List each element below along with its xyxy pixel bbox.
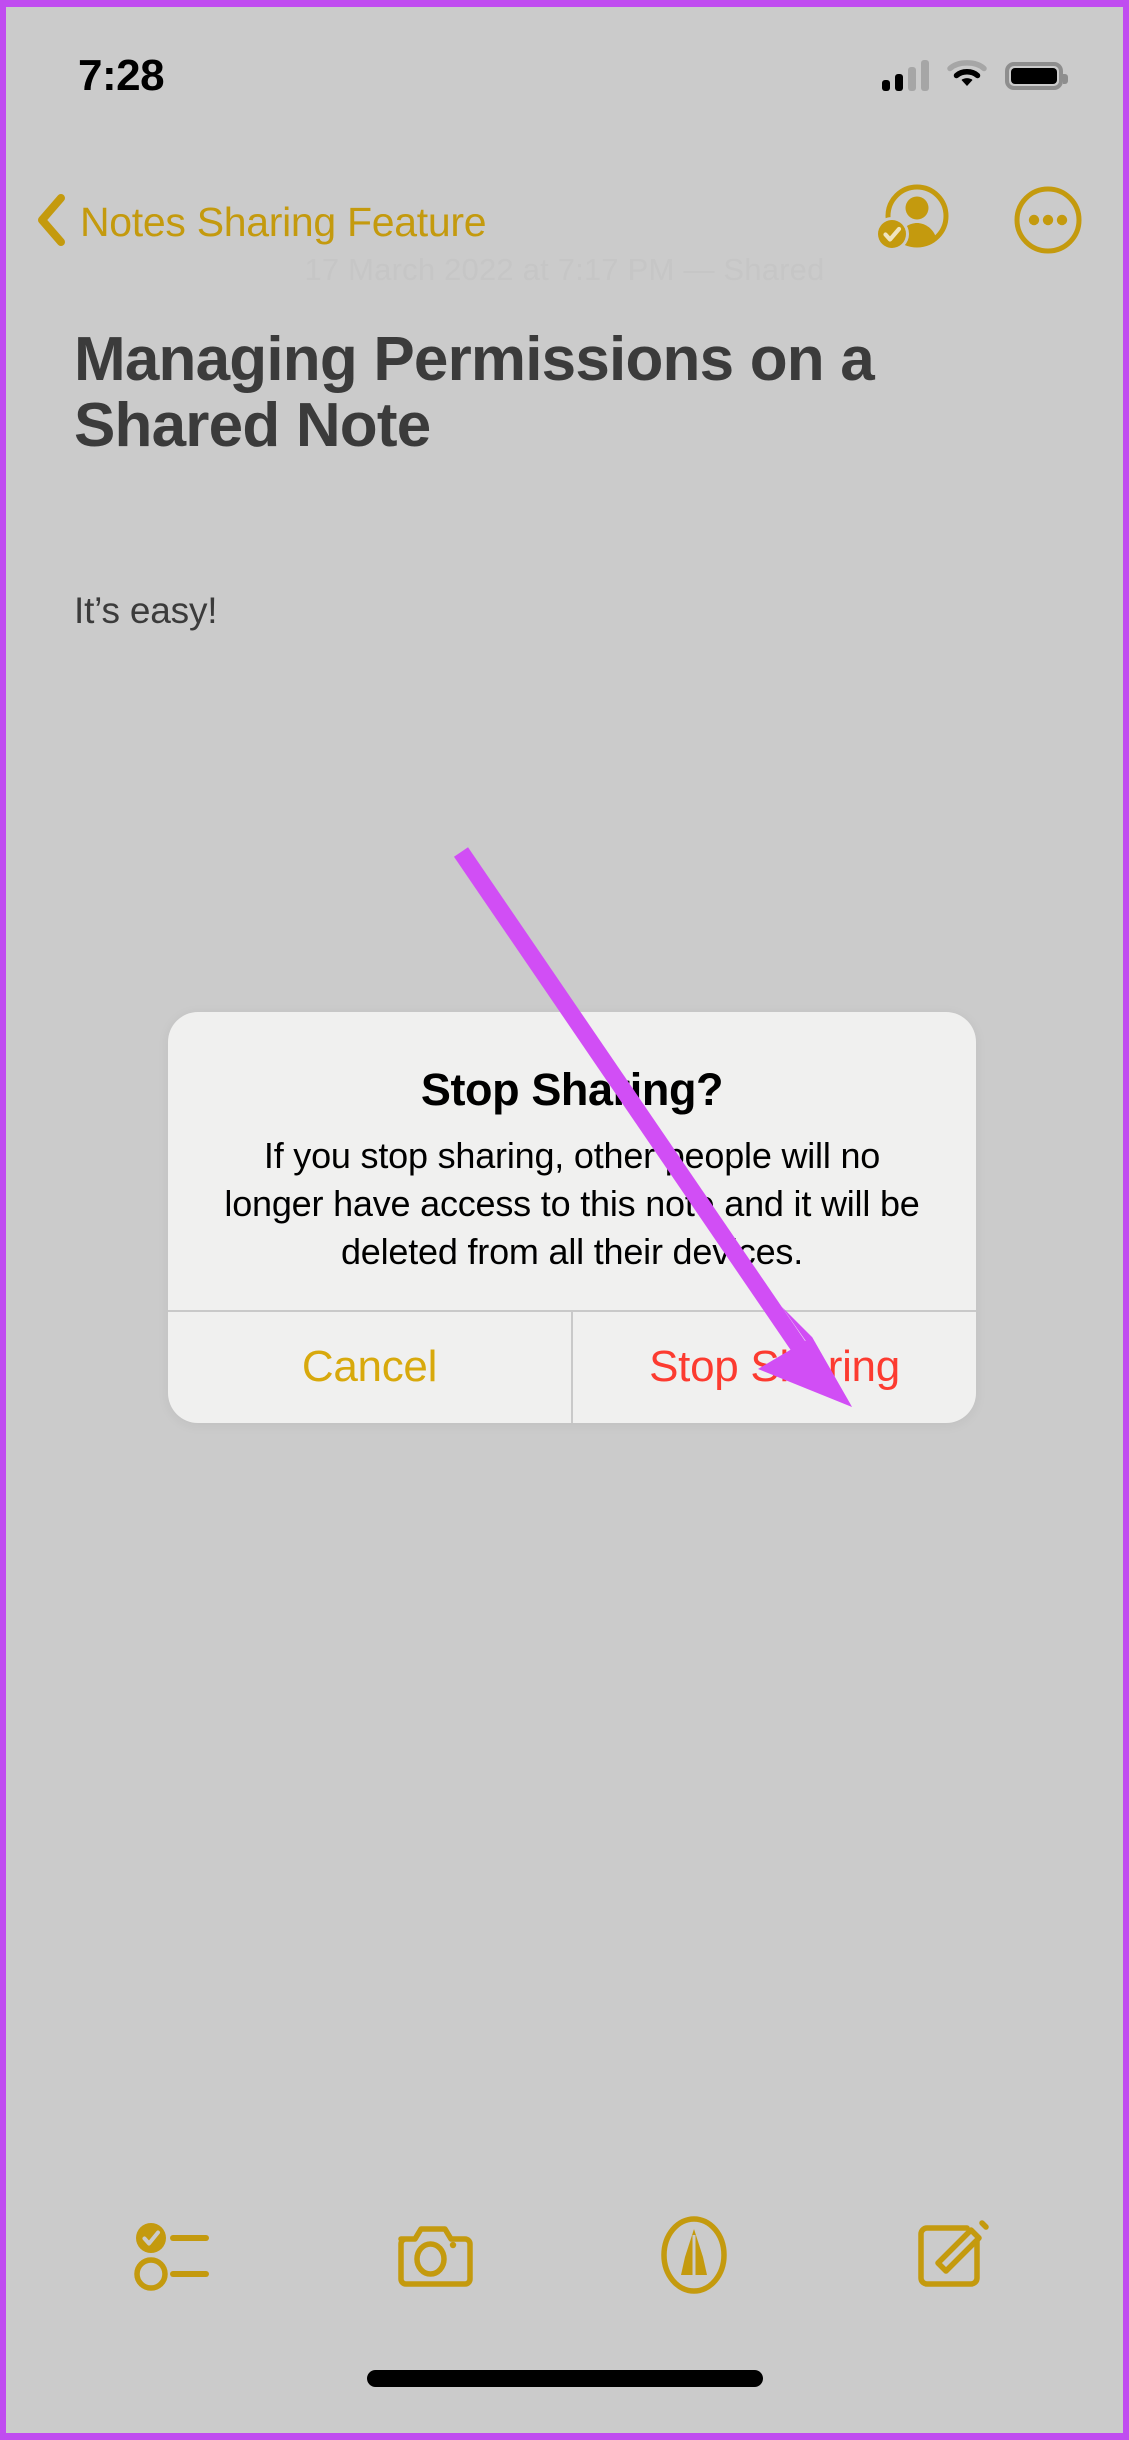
note-date-line: 17 March 2022 at 7:17 PM — Shared [304, 252, 825, 287]
compose-icon[interactable] [893, 2205, 1013, 2305]
stop-sharing-button[interactable]: Stop Sharing [573, 1312, 976, 1423]
wifi-icon [947, 59, 987, 94]
checklist-icon[interactable] [116, 2205, 236, 2305]
signal-bars-icon [882, 60, 929, 91]
cancel-button[interactable]: Cancel [168, 1311, 573, 1423]
bottom-toolbar [6, 2195, 1123, 2315]
status-bar: 7:28 [6, 7, 1123, 127]
status-bar-icons [882, 59, 1068, 94]
alert-actions: Cancel Stop Sharing [168, 1309, 976, 1423]
phone-screen: 7:28 Notes Sharing Feature 17 March 2022… [0, 0, 1129, 2440]
more-circle-icon[interactable] [1013, 185, 1083, 260]
status-time: 7:28 [78, 51, 165, 100]
battery-icon [1005, 62, 1068, 90]
alert-message: If you stop sharing, other people will n… [224, 1135, 920, 1272]
back-button-label: Notes Sharing Feature [80, 198, 487, 245]
note-title: Managing Permissions on a Shared Note [74, 325, 875, 461]
stop-sharing-alert: Stop Sharing? If you stop sharing, other… [168, 1012, 976, 1423]
navigation-actions [875, 182, 1083, 263]
shared-person-check-icon[interactable] [875, 182, 951, 263]
note-body-text: It’s easy! [74, 589, 218, 631]
alert-title: Stop Sharing? [420, 1064, 724, 1115]
back-button[interactable]: Notes Sharing Feature [34, 193, 487, 251]
home-indicator[interactable] [366, 2370, 763, 2387]
chevron-left-icon [34, 193, 68, 251]
markup-pen-icon[interactable] [634, 2205, 754, 2305]
camera-icon[interactable] [375, 2205, 495, 2305]
alert-content: Stop Sharing? If you stop sharing, other… [168, 1012, 976, 1310]
